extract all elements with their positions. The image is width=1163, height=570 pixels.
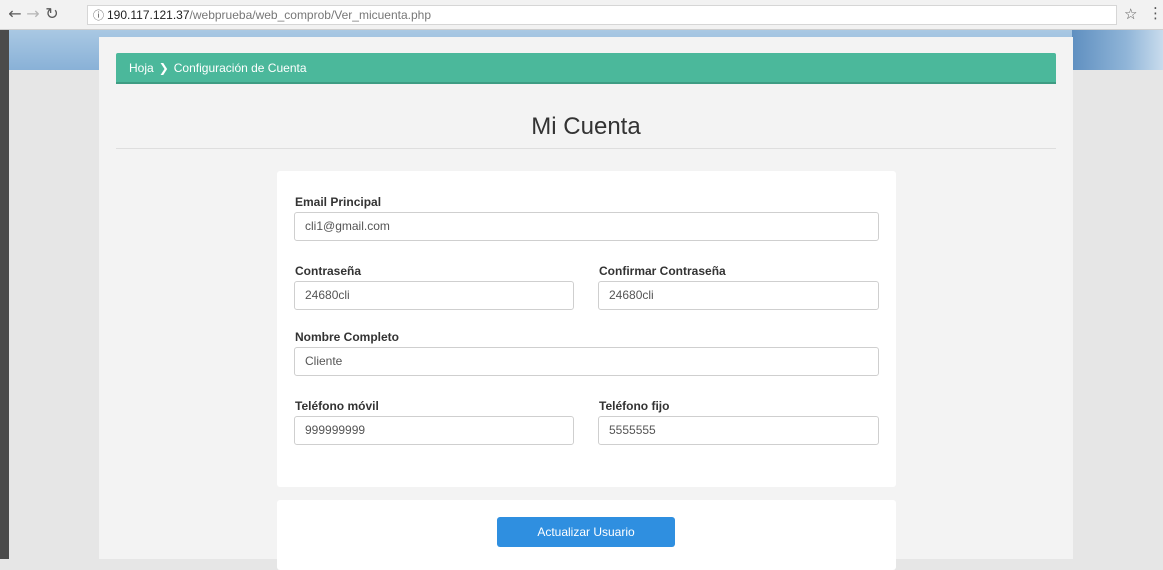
- landline-phone-label: Teléfono fijo: [599, 399, 670, 413]
- back-arrow-icon[interactable]: ←: [6, 4, 24, 24]
- chevron-right-icon: ❯: [158, 61, 169, 75]
- header-banner-image: [1072, 30, 1163, 70]
- title-divider: [116, 148, 1056, 149]
- password-field[interactable]: 24680cli: [294, 281, 574, 310]
- email-field[interactable]: cli1@gmail.com: [294, 212, 879, 241]
- left-edge-bar: [0, 30, 9, 559]
- reload-icon[interactable]: ↻: [43, 4, 61, 24]
- mobile-phone-label: Teléfono móvil: [295, 399, 379, 413]
- account-form-card: Email Principal cli1@gmail.com Contraseñ…: [277, 171, 896, 487]
- full-name-field[interactable]: Cliente: [294, 347, 879, 376]
- info-icon[interactable]: ⓘ: [93, 9, 104, 22]
- browser-toolbar: ← → ↻ ⓘ 190.117.121.37/webprueba/web_comp…: [0, 0, 1163, 30]
- forward-arrow-icon[interactable]: →: [24, 4, 42, 24]
- confirm-password-label: Confirmar Contraseña: [599, 264, 726, 278]
- breadcrumb: Hoja ❯ Configuración de Cuenta: [116, 53, 1056, 84]
- password-label: Contraseña: [295, 264, 362, 278]
- confirm-password-field[interactable]: 24680cli: [598, 281, 879, 310]
- vertical-dots-icon[interactable]: ⋮: [1148, 4, 1163, 22]
- actions-card: Actualizar Usuario: [277, 500, 896, 570]
- url-path: /webprueba/web_comprob/Ver_micuenta.php: [189, 8, 432, 22]
- star-icon[interactable]: ☆: [1124, 5, 1137, 23]
- email-label: Email Principal: [295, 195, 382, 209]
- page-title: Mi Cuenta: [531, 113, 641, 140]
- landline-phone-field[interactable]: 5555555: [598, 416, 879, 445]
- main-content: Hoja ❯ Configuración de Cuenta Mi Cuenta E…: [99, 37, 1073, 570]
- breadcrumb-home-link[interactable]: Hoja: [129, 61, 154, 75]
- mobile-phone-field[interactable]: 999999999: [294, 416, 574, 445]
- address-bar[interactable]: ⓘ 190.117.121.37/webprueba/web_comprob/Ve…: [87, 5, 1117, 25]
- breadcrumb-current: Configuración de Cuenta: [173, 61, 307, 75]
- full-name-label: Nombre Completo: [295, 330, 400, 344]
- url-host: 190.117.121.37: [107, 8, 190, 22]
- update-user-button[interactable]: Actualizar Usuario: [497, 517, 675, 547]
